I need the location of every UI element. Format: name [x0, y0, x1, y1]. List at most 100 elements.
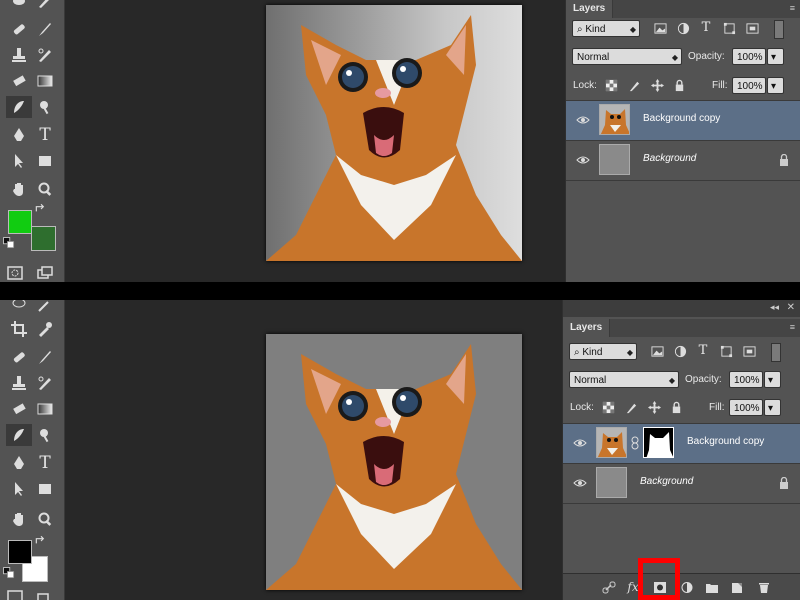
- canvas-area[interactable]: [65, 0, 565, 282]
- fill-input[interactable]: 100%: [732, 77, 766, 94]
- zoom-icon[interactable]: [32, 508, 58, 530]
- opacity-input[interactable]: 100%: [732, 48, 766, 65]
- filter-smart-object-icon[interactable]: [745, 21, 759, 35]
- layer-row-background-copy[interactable]: Background copy: [566, 101, 800, 141]
- eraser-icon[interactable]: [6, 70, 32, 92]
- default-colors-icon[interactable]: [2, 236, 16, 250]
- zoom-icon[interactable]: [32, 178, 58, 200]
- brush-icon[interactable]: [32, 0, 58, 12]
- layers-tab[interactable]: Layers: [563, 319, 611, 337]
- crop-icon[interactable]: [6, 318, 32, 340]
- foreground-color-swatch[interactable]: [8, 540, 32, 564]
- stamp-icon[interactable]: [6, 44, 32, 66]
- pen-icon[interactable]: [6, 452, 32, 474]
- fill-dropdown-icon[interactable]: ▾: [764, 399, 781, 416]
- layer-mask-thumbnail[interactable]: [643, 427, 674, 458]
- blend-mode-select[interactable]: Normal ◆: [572, 48, 682, 65]
- opacity-dropdown-icon[interactable]: ▾: [767, 48, 784, 65]
- filter-pixel-icon[interactable]: [653, 21, 667, 35]
- lock-all-icon[interactable]: [672, 78, 686, 92]
- filter-kind-select[interactable]: ⌕ Kind ◆: [572, 20, 640, 37]
- filter-toggle[interactable]: [771, 343, 781, 362]
- blend-mode-select[interactable]: Normal ◆: [569, 371, 679, 388]
- background-color-swatch[interactable]: [31, 226, 56, 251]
- dodge-icon[interactable]: [32, 96, 58, 118]
- default-colors-icon[interactable]: [2, 566, 16, 580]
- brush-tool-icon[interactable]: [32, 18, 58, 40]
- visibility-eye-icon[interactable]: [573, 437, 587, 449]
- path-selection-icon[interactable]: [6, 478, 32, 500]
- layers-tab[interactable]: Layers: [566, 0, 614, 18]
- history-brush-icon[interactable]: [32, 372, 58, 394]
- magic-wand-icon[interactable]: [32, 300, 58, 316]
- swap-colors-icon[interactable]: [34, 534, 48, 548]
- new-layer-icon[interactable]: [729, 580, 745, 594]
- link-icon[interactable]: [601, 580, 617, 594]
- mask-link-icon[interactable]: [631, 436, 639, 450]
- screen-mode-icon[interactable]: [32, 586, 58, 600]
- lasso-icon[interactable]: [6, 300, 32, 316]
- gradient-icon[interactable]: [32, 70, 58, 92]
- quick-mask-icon[interactable]: [2, 262, 28, 282]
- filter-toggle[interactable]: [774, 20, 784, 39]
- swap-colors-icon[interactable]: [34, 202, 48, 216]
- lock-pixels-icon[interactable]: [627, 78, 641, 92]
- fill-input[interactable]: 100%: [729, 399, 763, 416]
- foreground-color-swatch[interactable]: [8, 210, 32, 234]
- filter-shape-icon[interactable]: [722, 21, 736, 35]
- stamp-icon[interactable]: [6, 372, 32, 394]
- adjustment-icon[interactable]: [679, 580, 695, 594]
- path-selection-icon[interactable]: [6, 150, 32, 172]
- canvas-area[interactable]: [65, 300, 565, 600]
- filter-smart-object-icon[interactable]: [742, 344, 756, 358]
- filter-pixel-icon[interactable]: [650, 344, 664, 358]
- dodge-icon[interactable]: [32, 424, 58, 446]
- layer-row-background[interactable]: Background: [566, 141, 800, 181]
- smudge-icon[interactable]: [6, 96, 32, 118]
- visibility-eye-icon[interactable]: [576, 114, 590, 126]
- lock-transparent-icon[interactable]: [601, 400, 615, 414]
- filter-adjustment-icon[interactable]: [676, 21, 690, 35]
- brush-tool-icon[interactable]: [32, 346, 58, 368]
- lock-all-icon[interactable]: [669, 400, 683, 414]
- type-icon[interactable]: T: [32, 452, 58, 474]
- rectangle-icon[interactable]: [32, 478, 58, 500]
- lock-position-icon[interactable]: [650, 78, 664, 92]
- hand-icon[interactable]: [6, 508, 32, 530]
- filter-shape-icon[interactable]: [719, 344, 733, 358]
- filter-type-icon[interactable]: T: [699, 20, 713, 35]
- hand-icon[interactable]: [6, 178, 32, 200]
- layer-row-background-copy[interactable]: Background copy: [563, 424, 800, 464]
- pen-icon[interactable]: [6, 124, 32, 146]
- history-brush-icon[interactable]: [32, 44, 58, 66]
- fill-dropdown-icon[interactable]: ▾: [767, 77, 784, 94]
- opacity-dropdown-icon[interactable]: ▾: [764, 371, 781, 388]
- type-icon[interactable]: T: [32, 124, 58, 146]
- rectangle-icon[interactable]: [32, 150, 58, 172]
- healing-brush-icon[interactable]: [6, 346, 32, 368]
- quick-mask-icon[interactable]: [2, 586, 28, 600]
- trash-icon[interactable]: [756, 580, 772, 594]
- group-folder-icon[interactable]: [704, 580, 720, 594]
- close-panel-icon[interactable]: ✕: [787, 302, 795, 313]
- filter-kind-select[interactable]: ⌕ Kind ◆: [569, 343, 637, 360]
- lock-pixels-icon[interactable]: [624, 400, 638, 414]
- eyedropper-icon[interactable]: [32, 318, 58, 340]
- filter-type-icon[interactable]: T: [696, 343, 710, 358]
- opacity-input[interactable]: 100%: [729, 371, 763, 388]
- lock-transparent-icon[interactable]: [604, 78, 618, 92]
- sponge-icon[interactable]: [6, 0, 32, 12]
- smudge-icon[interactable]: [6, 424, 32, 446]
- eraser-icon[interactable]: [6, 398, 32, 420]
- gradient-icon[interactable]: [32, 398, 58, 420]
- panel-menu-icon[interactable]: ≡: [783, 322, 795, 332]
- lock-position-icon[interactable]: [647, 400, 661, 414]
- visibility-eye-icon[interactable]: [573, 477, 587, 489]
- screen-mode-icon[interactable]: [32, 262, 58, 282]
- collapse-panel-icon[interactable]: ◂◂: [770, 302, 779, 313]
- healing-brush-icon[interactable]: [6, 18, 32, 40]
- panel-menu-icon[interactable]: ≡: [783, 3, 795, 13]
- visibility-eye-icon[interactable]: [576, 154, 590, 166]
- layer-row-background[interactable]: Background: [563, 464, 800, 504]
- filter-adjustment-icon[interactable]: [673, 344, 687, 358]
